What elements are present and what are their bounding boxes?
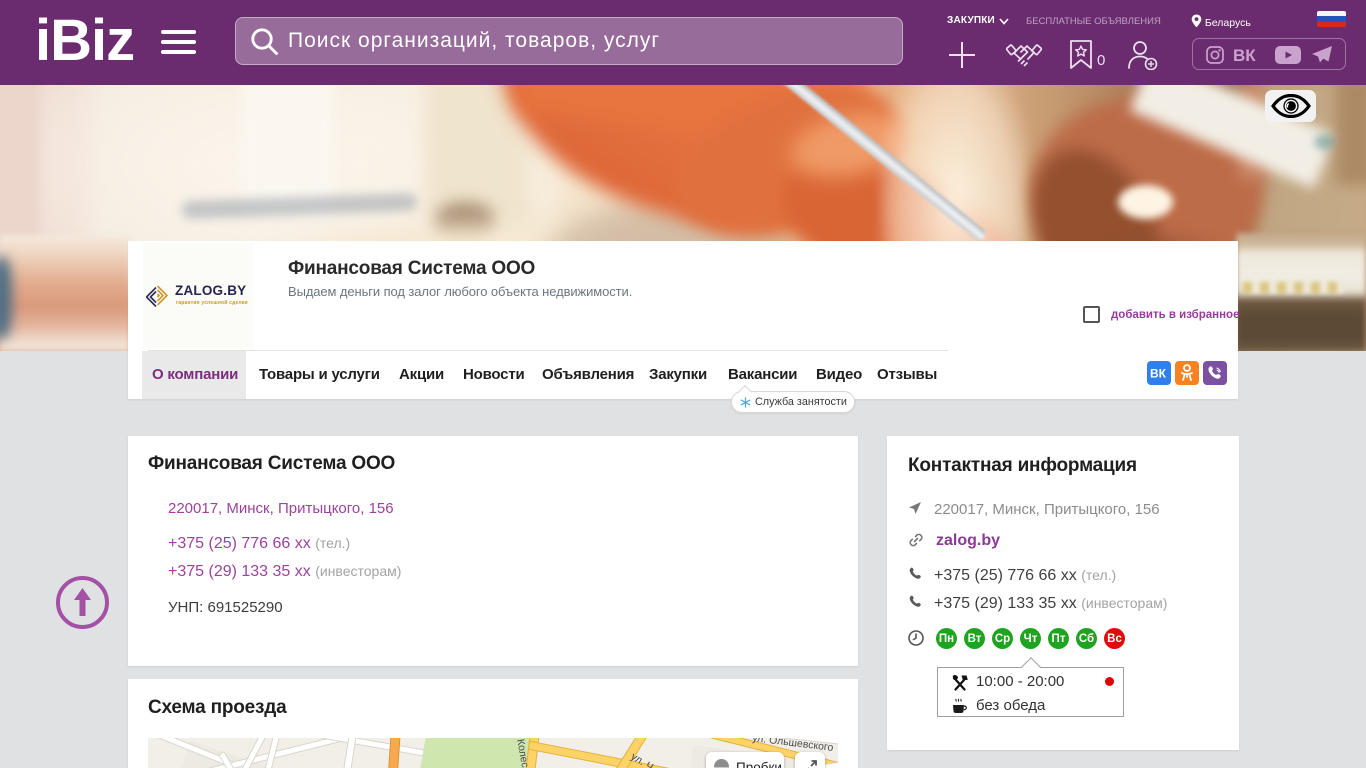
svg-text:ВК: ВК (1233, 47, 1256, 64)
svg-text:ВК: ВК (1150, 367, 1167, 379)
